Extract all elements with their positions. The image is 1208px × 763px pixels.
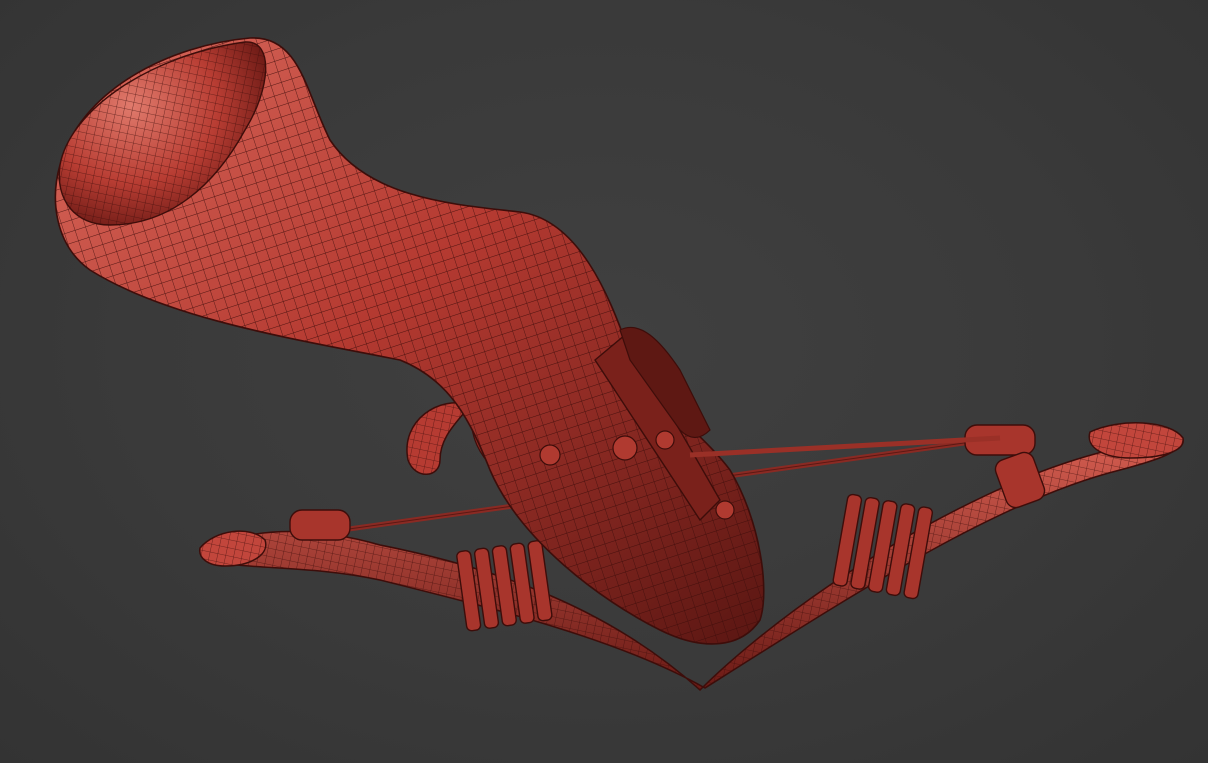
right-limb-tip — [1088, 422, 1184, 459]
3d-viewport[interactable] — [0, 0, 1208, 763]
crossbow-model — [54, 37, 1184, 692]
